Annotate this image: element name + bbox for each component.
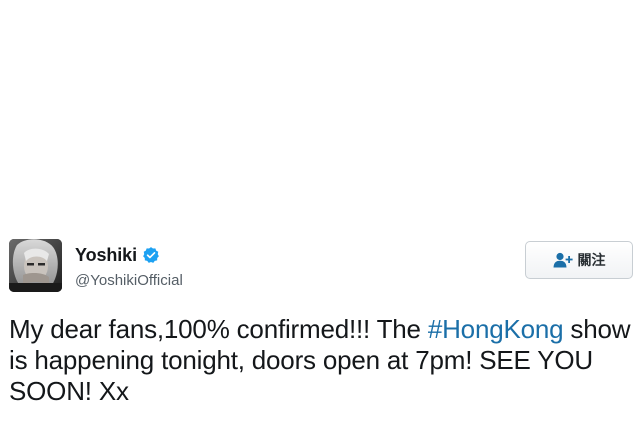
user-handle[interactable]: @YoshikiOfficial [75, 272, 183, 289]
author-info: Yoshiki @YoshikiOfficial [75, 244, 183, 290]
follow-button[interactable]: 關注 [525, 241, 633, 279]
profile-photo-icon [9, 239, 62, 292]
display-name[interactable]: Yoshiki [75, 245, 137, 266]
tweet-text-part1: My dear fans,100% confirmed!!! The [9, 314, 428, 344]
hashtag-link[interactable]: #HongKong [428, 314, 564, 344]
page: Yoshiki @YoshikiOfficial 關注 My dear fans… [0, 0, 640, 431]
tweet-text: My dear fans,100% confirmed!!! The #Hong… [9, 314, 634, 407]
avatar[interactable] [9, 239, 62, 292]
verified-badge-icon [143, 247, 159, 263]
name-row: Yoshiki [75, 244, 183, 266]
tweet-card: Yoshiki @YoshikiOfficial 關注 My dear fans… [0, 234, 640, 431]
follow-button-label: 關注 [577, 253, 606, 269]
add-user-icon [553, 252, 573, 268]
